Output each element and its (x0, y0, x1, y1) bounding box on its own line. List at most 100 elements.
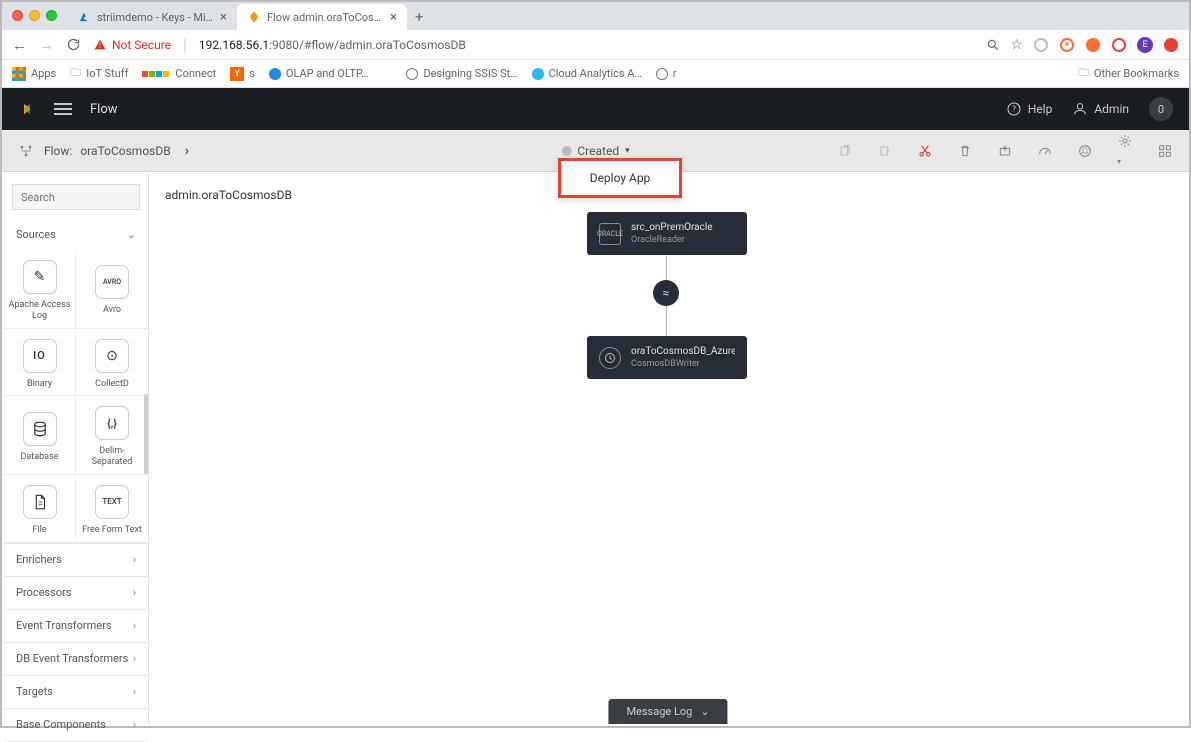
stream-node[interactable]: ≈ (653, 280, 679, 306)
bookmark-label: Connect (175, 67, 216, 80)
target-node[interactable]: oraToCosmosDB_Azure-CosmosDBTarget1 Cosm… (587, 336, 747, 379)
gear-icon[interactable]: ▾ (1117, 133, 1133, 168)
avro-icon: AVRO (95, 265, 129, 299)
back-button[interactable]: ← (12, 36, 27, 54)
bookmark-folder[interactable]: 🗀 IoT Stuff (70, 64, 128, 83)
app-logo-icon[interactable] (18, 100, 36, 118)
bookmark-item[interactable]: Connect (142, 67, 216, 80)
bookmark-label: s (249, 67, 255, 80)
extension-icon[interactable] (1033, 37, 1049, 53)
chevron-right-icon: › (133, 553, 136, 566)
other-bookmarks[interactable]: 🗀 Other Bookmarks (1078, 64, 1179, 83)
palette-item[interactable]: TEXTFree Form Text (76, 475, 148, 543)
paste-icon[interactable] (877, 143, 893, 159)
bookmark-item[interactable]: OLAP and OLTP… (269, 67, 369, 80)
palette-section-base-components[interactable]: Base Components› (4, 709, 148, 741)
palette-section-processors[interactable]: Processors› (4, 577, 148, 609)
palette-item[interactable]: AVROAvro (76, 250, 148, 329)
globe-icon (532, 68, 544, 80)
apps-button[interactable]: Apps (12, 67, 56, 81)
connector-line (666, 306, 667, 336)
breadcrumb[interactable]: Flow: oraToCosmosDB › (44, 143, 189, 159)
close-icon[interactable]: × (220, 10, 227, 25)
bookmark-item[interactable]: Cloud Analytics A… (532, 67, 642, 80)
app-topbar: Flow ? Help Admin 0 (2, 88, 1189, 130)
palette-section-db-event-transformers[interactable]: DB Event Transformers› (4, 643, 148, 675)
palette-label: Delim-Separated (80, 446, 144, 468)
browser-tab[interactable]: striimdemo - Keys - Microsoft × (67, 4, 237, 30)
folder-icon: 🗀 (70, 64, 81, 83)
azure-icon (77, 10, 91, 24)
palette-item[interactable]: File (4, 475, 76, 543)
export-icon[interactable] (997, 143, 1013, 159)
pen-icon: ✎ (23, 260, 57, 294)
palette-item[interactable]: {,}Delim-Separated (76, 396, 148, 475)
reload-button[interactable] (66, 37, 81, 52)
maximize-window-icon[interactable] (46, 10, 57, 21)
close-window-icon[interactable] (12, 10, 23, 21)
minimize-window-icon[interactable] (29, 10, 40, 21)
url-text[interactable]: 192.168.56.1:9080/#flow/admin.oraToCosmo… (199, 38, 466, 52)
palette-section-enrichers[interactable]: Enrichers› (4, 544, 148, 576)
oracle-icon: ORACLE (599, 223, 621, 245)
admin-menu[interactable]: Admin (1072, 101, 1129, 117)
palette-label: Apache Access Log (8, 300, 71, 322)
palette-label: Free Form Text (82, 525, 142, 536)
status-dropdown[interactable]: Created ▾ (561, 144, 629, 158)
source-node[interactable]: ORACLE src_onPremOracle OracleReader (587, 212, 747, 255)
bookmark-item[interactable]: r (656, 67, 677, 80)
bookmark-label: r (673, 67, 677, 80)
mac-window-controls[interactable] (12, 10, 57, 21)
close-icon[interactable]: × (390, 10, 397, 25)
chevron-right-icon: › (133, 685, 136, 698)
search-icon[interactable] (986, 38, 1000, 52)
new-tab-button[interactable]: + (407, 4, 432, 30)
palette-item[interactable]: Database (4, 396, 76, 475)
bookmark-item[interactable]: Designing SSIS St… (406, 67, 517, 80)
menu-button[interactable] (54, 103, 72, 115)
extension-icon[interactable] (1163, 37, 1179, 53)
connector-line (666, 256, 667, 280)
palette-item[interactable]: ✎ Apache Access Log (4, 250, 76, 329)
forward-button[interactable]: → (39, 36, 54, 54)
scrollbar[interactable] (144, 394, 148, 474)
app-title: Flow (90, 102, 118, 117)
palette-section-event-transformers[interactable]: Event Transformers› (4, 610, 148, 642)
palette-item[interactable]: ⊙CollectD (76, 329, 148, 397)
notification-badge[interactable]: 0 (1149, 97, 1173, 121)
gauge-icon[interactable] (1037, 143, 1053, 159)
extension-icon[interactable] (1085, 37, 1101, 53)
globe-icon (406, 68, 418, 80)
section-label: DB Event Transformers (16, 652, 128, 665)
deploy-app-button[interactable]: Deploy App (558, 158, 682, 198)
ms-icon (142, 71, 170, 77)
y-icon: Y (230, 67, 244, 81)
grid-icon[interactable] (1157, 143, 1173, 159)
palette-label: File (32, 525, 46, 536)
svg-text:?: ? (1012, 105, 1016, 114)
bell-icon[interactable] (1077, 143, 1093, 159)
url-path: :9080/#flow/admin.oraToCosmosDB (269, 38, 466, 52)
component-palette: Sources ⌄ ✎ Apache Access Log AVROAvro IO… (4, 174, 149, 724)
copy-icon[interactable] (837, 143, 853, 159)
bookmark-item[interactable]: Y s (230, 67, 255, 81)
node-subtitle: CosmosDBWriter (631, 359, 735, 369)
trash-icon[interactable] (957, 143, 973, 159)
security-indicator[interactable]: Not Secure (93, 38, 171, 52)
palette-section-targets[interactable]: Targets› (4, 676, 148, 708)
palette-item[interactable]: IOBinary (4, 329, 76, 397)
profile-avatar[interactable]: E (1137, 37, 1153, 53)
palette-section-sources[interactable]: Sources ⌄ (4, 218, 148, 250)
extension-icon[interactable]: × (1059, 37, 1075, 53)
browser-tab-active[interactable]: Flow admin.oraToCosmosDB × (237, 4, 407, 30)
flow-canvas[interactable]: admin.oraToCosmosDB ORACLE src_onPremOra… (149, 174, 1187, 724)
bookmark-star-icon[interactable]: ☆ (1010, 37, 1023, 53)
bookmark-label: Other Bookmarks (1094, 67, 1179, 80)
message-log-toggle[interactable]: Message Log ⌄ (608, 699, 727, 724)
status-label: Created (577, 144, 619, 158)
help-button[interactable]: ? Help (1006, 101, 1053, 117)
extension-icon[interactable] (1111, 37, 1127, 53)
cut-icon[interactable] (917, 143, 933, 159)
search-input[interactable] (12, 184, 140, 210)
chevron-right-icon: › (133, 586, 136, 599)
